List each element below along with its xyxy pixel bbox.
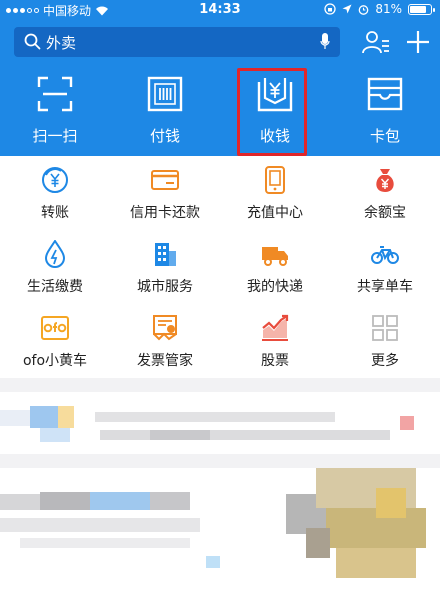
service-grid: 转账 信用卡还款 充值中心 余额宝 生活缴费 城市服务 我的快递 共享单车 of… bbox=[0, 156, 440, 378]
service-label: 我的快递 bbox=[247, 279, 303, 295]
service-utilities[interactable]: 生活缴费 bbox=[0, 230, 110, 304]
search-icon bbox=[24, 33, 41, 50]
service-recharge[interactable]: 充值中心 bbox=[220, 156, 330, 230]
service-label: 生活缴费 bbox=[27, 279, 83, 295]
service-label: 充值中心 bbox=[247, 205, 303, 221]
quick-action-label: 扫一扫 bbox=[32, 127, 78, 145]
service-label: 城市服务 bbox=[137, 279, 193, 295]
more-grid-icon bbox=[372, 315, 398, 341]
bicycle-icon bbox=[371, 246, 399, 264]
quick-actions: 扫一扫 付钱 收钱 卡包 bbox=[0, 70, 440, 156]
search-input[interactable]: 外卖 bbox=[14, 27, 340, 57]
service-city[interactable]: 城市服务 bbox=[110, 230, 220, 304]
service-label: 转账 bbox=[41, 205, 69, 221]
quick-action-pay[interactable]: 付钱 bbox=[110, 70, 220, 156]
service-label: 发票管家 bbox=[137, 353, 193, 369]
status-bar: 中国移动 14:33 81% bbox=[0, 0, 440, 20]
rotation-lock-icon bbox=[324, 3, 336, 15]
contacts-icon[interactable] bbox=[362, 29, 390, 55]
plus-icon[interactable] bbox=[404, 28, 432, 56]
blurred-card bbox=[0, 468, 440, 600]
stock-chart-icon bbox=[262, 314, 289, 341]
battery-icon bbox=[408, 3, 435, 15]
service-credit-card[interactable]: 信用卡还款 bbox=[110, 156, 220, 230]
quick-action-label: 卡包 bbox=[369, 127, 400, 145]
service-bike-sharing[interactable]: 共享单车 bbox=[330, 230, 440, 304]
search-row: 外卖 bbox=[0, 20, 440, 64]
microphone-icon[interactable] bbox=[320, 33, 330, 51]
service-stocks[interactable]: 股票 bbox=[220, 304, 330, 378]
service-transfer[interactable]: 转账 bbox=[0, 156, 110, 230]
service-label: 信用卡还款 bbox=[130, 205, 200, 221]
credit-card-icon bbox=[151, 170, 179, 190]
service-label: 股票 bbox=[261, 353, 289, 369]
highlight-box bbox=[237, 68, 307, 156]
blurred-content bbox=[0, 384, 440, 600]
water-drop-icon bbox=[44, 240, 66, 268]
service-label: 更多 bbox=[371, 353, 399, 369]
delivery-truck-icon bbox=[262, 247, 288, 266]
card-wallet-icon bbox=[367, 77, 403, 111]
service-invoice[interactable]: 发票管家 bbox=[110, 304, 220, 378]
phone-recharge-icon bbox=[265, 166, 285, 194]
service-label: ofo小黄车 bbox=[22, 353, 88, 369]
invoice-icon bbox=[153, 315, 177, 341]
location-icon bbox=[342, 4, 352, 14]
transfer-icon bbox=[42, 167, 68, 193]
scan-icon bbox=[37, 76, 73, 112]
quick-action-card-wallet[interactable]: 卡包 bbox=[330, 70, 440, 156]
service-label: 共享单车 bbox=[357, 279, 413, 295]
ofo-icon bbox=[41, 316, 69, 340]
service-express[interactable]: 我的快递 bbox=[220, 230, 330, 304]
service-label: 余额宝 bbox=[364, 205, 406, 221]
barcode-icon bbox=[147, 76, 183, 112]
quick-action-label: 付钱 bbox=[149, 127, 180, 145]
battery-percent: 81% bbox=[375, 2, 402, 16]
city-building-icon bbox=[155, 243, 176, 266]
header: 中国移动 14:33 81% 外卖 扫一扫 付钱 收钱 卡包 bbox=[0, 0, 440, 156]
alarm-icon bbox=[358, 4, 369, 15]
money-bag-icon bbox=[376, 169, 394, 192]
search-placeholder: 外卖 bbox=[46, 34, 77, 52]
quick-action-scan[interactable]: 扫一扫 bbox=[0, 70, 110, 156]
service-yuebao[interactable]: 余额宝 bbox=[330, 156, 440, 230]
blurred-card bbox=[0, 392, 440, 454]
service-more[interactable]: 更多 bbox=[330, 304, 440, 378]
service-ofo[interactable]: ofo小黄车 bbox=[0, 304, 110, 378]
alipay-home-screen: 中国移动 14:33 81% 外卖 扫一扫 付钱 收钱 卡包 转账 信用卡还款 … bbox=[0, 0, 440, 600]
